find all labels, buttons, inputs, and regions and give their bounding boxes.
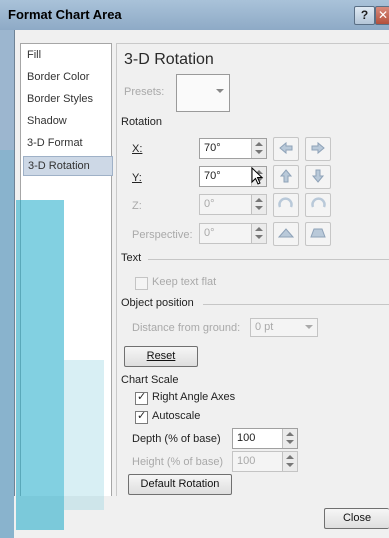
divider <box>148 259 389 260</box>
spin-arrows-icon[interactable] <box>282 429 297 448</box>
rotate-left-icon <box>279 141 293 155</box>
rotate-counterclockwise-button[interactable] <box>273 193 299 217</box>
title-bar: Format Chart Area ? ✕ <box>0 0 389 30</box>
presets-dropdown[interactable] <box>176 74 230 112</box>
spin-arrows-icon[interactable] <box>251 139 266 158</box>
depth-spinner[interactable]: 100 <box>232 428 298 449</box>
x-rotation-value: 70° <box>204 142 221 154</box>
perspective-label: Perspective: <box>132 229 193 241</box>
close-window-button[interactable]: ✕ <box>375 6 389 25</box>
perspective-spinner[interactable]: 0° <box>199 223 267 244</box>
rotate-right-button[interactable] <box>305 137 331 161</box>
keep-text-flat-checkbox[interactable] <box>135 277 148 290</box>
narrow-perspective-button[interactable] <box>273 222 299 246</box>
object-position-section-label: Object position <box>121 297 194 309</box>
z-rotation-spinner[interactable]: 0° <box>199 194 267 215</box>
depth-value: 100 <box>237 432 256 444</box>
autoscale-checkbox[interactable] <box>135 409 148 424</box>
rotate-down-icon <box>311 169 325 183</box>
right-angle-axes-label: Right Angle Axes <box>152 391 236 403</box>
nav-item-3d-rotation[interactable]: 3-D Rotation <box>23 156 113 176</box>
autoscale-label: Autoscale <box>152 410 201 422</box>
distance-from-ground-label: Distance from ground: <box>132 322 241 334</box>
nav-item-3d-format[interactable]: 3-D Format <box>23 134 111 152</box>
x-rotation-spinner[interactable]: 70° <box>199 138 267 159</box>
rotation-section-label: Rotation <box>121 116 162 128</box>
depth-label: Depth (% of base) <box>132 433 221 445</box>
rotate-up-icon <box>279 169 293 183</box>
reset-button[interactable]: Reset <box>124 346 198 367</box>
nav-item-border-styles[interactable]: Border Styles <box>23 90 111 108</box>
chevron-down-icon <box>216 89 224 93</box>
reset-label: Reset <box>146 350 176 362</box>
watermark-band <box>64 360 104 510</box>
rotate-down-button[interactable] <box>305 165 331 189</box>
widen-field-icon <box>310 228 326 238</box>
mouse-cursor-icon <box>251 167 264 185</box>
y-rotation-value: 70° <box>204 170 221 182</box>
window-title: Format Chart Area <box>8 7 122 22</box>
keep-text-flat-label: Keep text flat <box>152 276 217 288</box>
chart-scale-section-label: Chart Scale <box>121 374 179 386</box>
narrow-field-icon <box>277 228 295 238</box>
z-label: Z: <box>132 200 142 212</box>
rotate-up-button[interactable] <box>273 165 299 189</box>
presets-label: Presets: <box>124 86 165 98</box>
height-label: Height (% of base) <box>132 456 224 468</box>
distance-from-ground-value: 0 pt <box>255 321 274 333</box>
divider <box>203 304 389 305</box>
height-value: 100 <box>237 455 256 467</box>
x-label: X: <box>132 143 143 155</box>
rotate-clockwise-icon <box>311 197 326 208</box>
distance-from-ground-field[interactable]: 0 pt <box>250 318 318 337</box>
y-label: Y: <box>132 172 142 184</box>
nav-item-border-color[interactable]: Border Color <box>23 68 111 86</box>
spin-arrows-icon[interactable] <box>251 195 266 214</box>
height-spinner[interactable]: 100 <box>232 451 298 472</box>
text-section-label: Text <box>121 252 142 264</box>
z-rotation-value: 0° <box>204 198 215 210</box>
rotate-clockwise-button[interactable] <box>305 193 331 217</box>
perspective-value: 0° <box>204 227 215 239</box>
close-button[interactable]: Close <box>324 508 389 529</box>
right-angle-axes-checkbox[interactable] <box>135 390 148 405</box>
rotate-right-icon <box>311 141 325 155</box>
default-rotation-button[interactable]: Default Rotation <box>128 474 232 495</box>
watermark-band <box>16 200 64 530</box>
spin-arrows-icon[interactable] <box>251 224 266 243</box>
nav-item-shadow[interactable]: Shadow <box>23 112 111 130</box>
help-button[interactable]: ? <box>354 6 375 25</box>
panel-heading: 3-D Rotation <box>124 51 214 68</box>
rotate-left-button[interactable] <box>273 137 299 161</box>
rotate-counterclockwise-icon <box>278 197 293 208</box>
spin-arrows-icon[interactable] <box>282 452 297 471</box>
widen-perspective-button[interactable] <box>305 222 331 246</box>
nav-item-fill[interactable]: Fill <box>23 46 111 64</box>
